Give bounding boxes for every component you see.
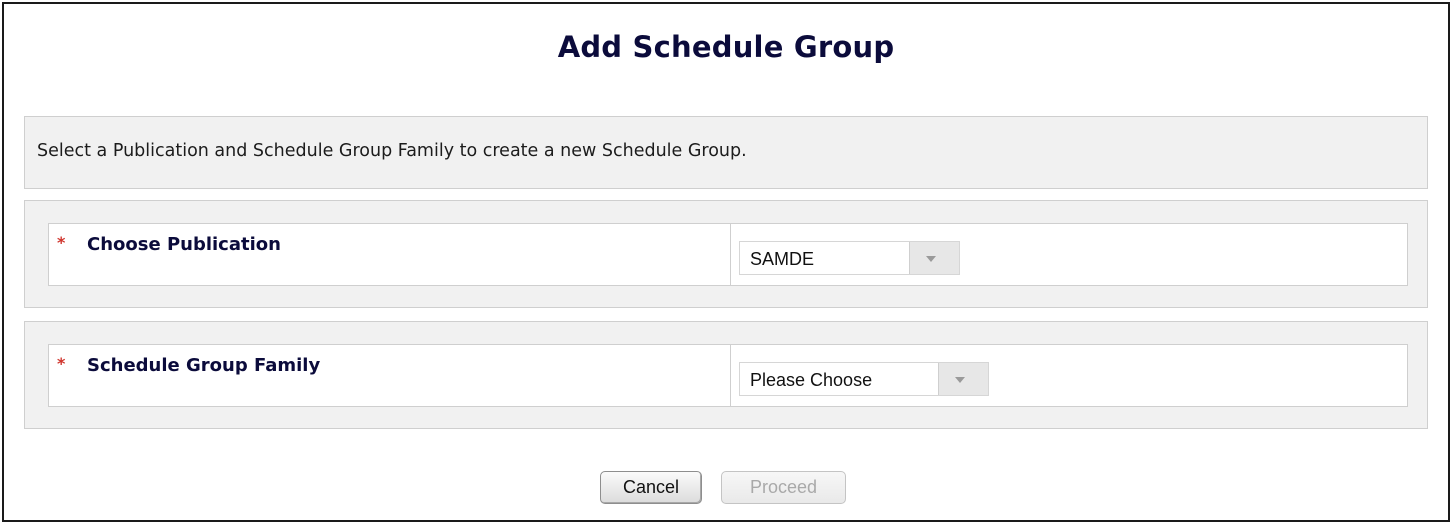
publication-label: Choose Publication [87, 234, 281, 255]
schedule-group-family-field-row: * Schedule Group Family Please Choose [48, 344, 1408, 407]
instructions-text: Select a Publication and Schedule Group … [37, 141, 747, 161]
schedule-group-family-select-value: Please Choose [750, 370, 873, 390]
publication-field-row: * Choose Publication SAMDE [48, 223, 1408, 286]
publication-panel: * Choose Publication SAMDE [24, 200, 1428, 308]
cancel-button[interactable]: Cancel [600, 471, 702, 504]
publication-select-toggle[interactable] [909, 242, 959, 274]
instructions-panel: Select a Publication and Schedule Group … [24, 116, 1428, 189]
field-divider [730, 224, 731, 285]
add-schedule-group-dialog: Add Schedule Group Select a Publication … [2, 2, 1450, 522]
chevron-down-icon [926, 256, 936, 262]
schedule-group-family-label: Schedule Group Family [87, 355, 321, 376]
field-divider [730, 345, 731, 406]
proceed-button[interactable]: Proceed [721, 471, 846, 504]
required-marker: * [57, 233, 66, 252]
publication-select-value: SAMDE [750, 249, 815, 269]
publication-select[interactable]: SAMDE [739, 241, 960, 275]
required-marker: * [57, 354, 66, 373]
schedule-group-family-select[interactable]: Please Choose [739, 362, 989, 396]
page-title: Add Schedule Group [557, 30, 895, 64]
schedule-group-family-select-toggle[interactable] [938, 363, 988, 395]
schedule-group-family-panel: * Schedule Group Family Please Choose [24, 321, 1428, 429]
chevron-down-icon [955, 377, 965, 383]
